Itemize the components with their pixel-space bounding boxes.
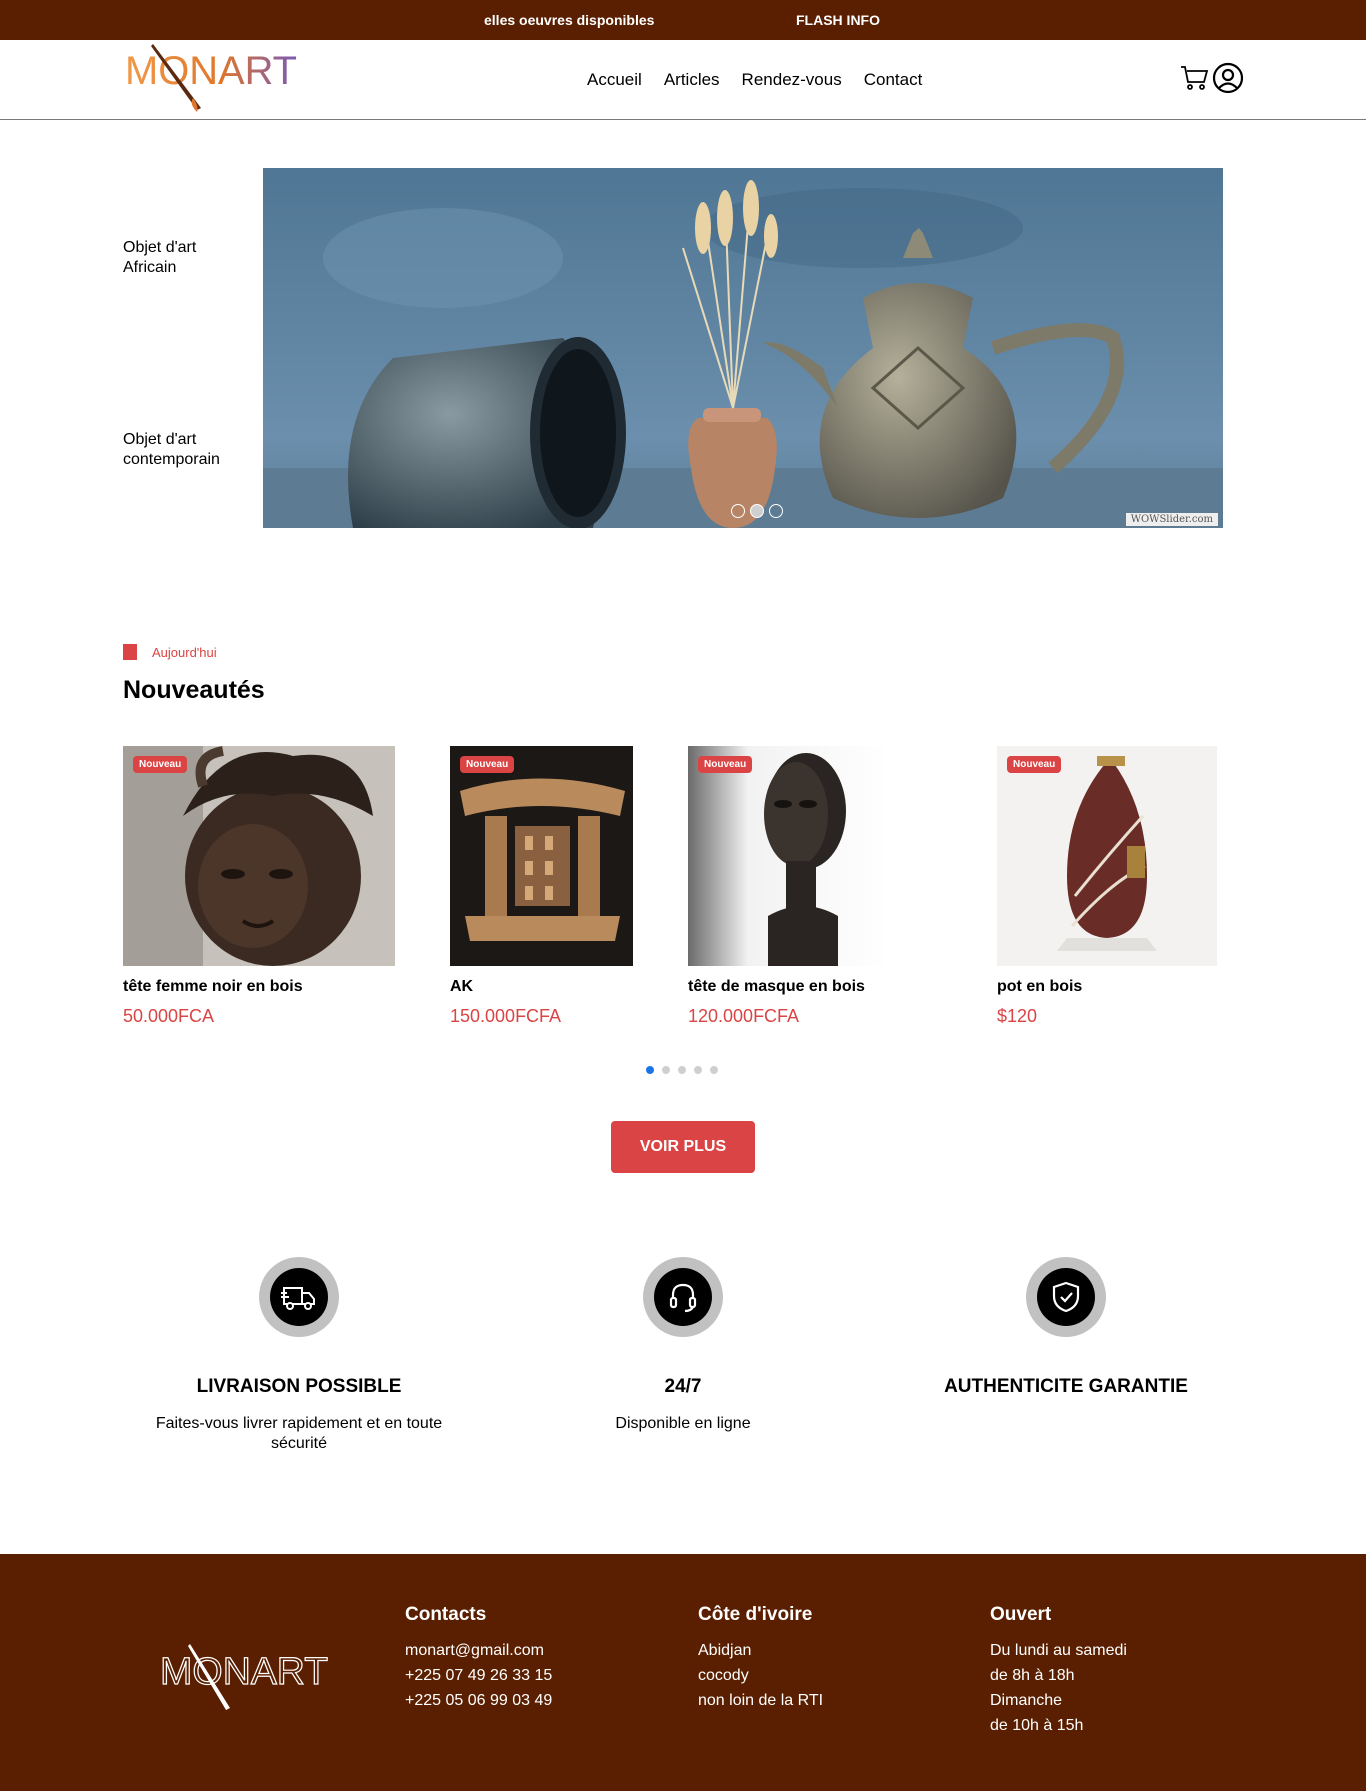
site-header: MONART Accueil Articles Rendez-vous Cont… (0, 40, 1366, 120)
feature-icon-ring (259, 1257, 339, 1337)
slider-dots (731, 504, 783, 518)
user-icon[interactable] (1212, 62, 1244, 94)
footer-hours-line: de 10h à 15h (990, 1717, 1084, 1734)
product-price: $120 (997, 1006, 1038, 1026)
footer-contacts: Contacts monart@gmail.com +225 07 49 26 … (405, 1604, 552, 1713)
new-badge: Nouveau (1007, 756, 1062, 773)
footer-phone-1[interactable]: +225 07 49 26 33 15 (405, 1663, 552, 1688)
header-actions (1180, 62, 1244, 94)
product-name[interactable]: AK (450, 978, 633, 996)
site-footer: MONART Contacts monart@gmail.com +225 07… (0, 1554, 1366, 1791)
new-badge: Nouveau (133, 756, 188, 773)
monart-logo[interactable]: MONART (123, 40, 303, 112)
feature-support: 24/7 Disponible en ligne (518, 1257, 848, 1434)
product-image[interactable]: Nouveau (688, 746, 888, 966)
main-nav: Accueil Articles Rendez-vous Contact (587, 70, 922, 90)
eyebrow-marker (123, 644, 137, 660)
feature-title: 24/7 (664, 1376, 702, 1397)
section-title: Nouveautés (123, 676, 265, 704)
product-price: 120.000FCFA (688, 1006, 800, 1026)
footer-city: Abidjan (698, 1642, 752, 1659)
product-image[interactable]: Nouveau (123, 746, 395, 966)
product-card[interactable]: Nouveau tête de masque en bois 120.000FC… (688, 746, 888, 1027)
footer-phone-2[interactable]: +225 05 06 99 03 49 (405, 1688, 552, 1713)
product-name[interactable]: tête femme noir en bois (123, 978, 395, 996)
monart-logo-icon: MONART (159, 1644, 329, 1710)
pager-dot-1[interactable] (646, 1066, 654, 1074)
flash-info-label: FLASH INFO (796, 12, 880, 28)
product-card[interactable]: Nouveau AK 150.000FCFA (450, 746, 633, 1027)
feature-title: AUTHENTICITE GARANTIE (944, 1376, 1188, 1397)
product-name[interactable]: pot en bois (997, 978, 1217, 996)
nav-rendez-vous[interactable]: Rendez-vous (742, 70, 842, 90)
voir-plus-button[interactable]: VOIR PLUS (611, 1121, 755, 1173)
product-image[interactable]: Nouveau (450, 746, 633, 966)
footer-logo[interactable]: MONART (158, 1642, 333, 1714)
carousel-pager (646, 1066, 718, 1074)
slider-image (263, 168, 1223, 528)
footer-district: cocody (698, 1667, 749, 1684)
slider-dot-1[interactable] (731, 504, 745, 518)
flash-info-bar: elles oeuvres disponibles FLASH INFO (0, 0, 1366, 40)
section-eyebrow: Aujourd'hui (123, 644, 217, 660)
svg-text:MONART: MONART (160, 1651, 328, 1693)
feature-desc: Faites-vous livrer rapidement et en tout… (155, 1415, 443, 1452)
slider-dot-2[interactable] (750, 504, 764, 518)
category-art-contemporain[interactable]: Objet d'art contemporain (123, 430, 243, 470)
feature-desc: Disponible en ligne (615, 1415, 751, 1432)
pager-dot-5[interactable] (710, 1066, 718, 1074)
footer-hours: Ouvert Du lundi au samedi de 8h à 18h Di… (990, 1604, 1127, 1738)
flash-marquee-text: elles oeuvres disponibles (484, 12, 655, 28)
pager-dot-2[interactable] (662, 1066, 670, 1074)
product-card[interactable]: Nouveau tête femme noir en bois 50.000FC… (123, 746, 395, 1027)
headset-icon (669, 1283, 697, 1313)
feature-title: LIVRAISON POSSIBLE (196, 1376, 402, 1397)
nav-accueil[interactable]: Accueil (587, 70, 642, 90)
feature-delivery: LIVRAISON POSSIBLE Faites-vous livrer ra… (134, 1257, 464, 1454)
category-art-africain[interactable]: Objet d'art Africain (123, 238, 243, 278)
footer-hours-line: Du lundi au samedi (990, 1642, 1127, 1659)
footer-hours-title: Ouvert (990, 1604, 1052, 1625)
nav-contact[interactable]: Contact (864, 70, 923, 90)
new-badge: Nouveau (460, 756, 515, 773)
footer-email[interactable]: monart@gmail.com (405, 1638, 552, 1663)
feature-authenticity: AUTHENTICITE GARANTIE (901, 1257, 1231, 1414)
product-image[interactable]: Nouveau (997, 746, 1217, 966)
svg-text:MONART: MONART (125, 49, 297, 93)
monart-logo-icon: MONART (125, 44, 297, 112)
hero-slider[interactable]: WOWSlider.com (263, 168, 1223, 528)
footer-hours-line: de 8h à 18h (990, 1667, 1075, 1684)
footer-contacts-title: Contacts (405, 1604, 487, 1625)
footer-landmark: non loin de la RTI (698, 1692, 824, 1709)
slider-dot-3[interactable] (769, 504, 783, 518)
product-name[interactable]: tête de masque en bois (688, 978, 888, 996)
feature-icon-ring (643, 1257, 723, 1337)
new-badge: Nouveau (698, 756, 753, 773)
nav-articles[interactable]: Articles (664, 70, 720, 90)
pager-dot-4[interactable] (694, 1066, 702, 1074)
eyebrow-label: Aujourd'hui (152, 644, 217, 660)
product-price: 150.000FCFA (450, 1006, 562, 1026)
cart-icon[interactable] (1180, 64, 1210, 92)
shield-check-icon (1052, 1281, 1080, 1313)
feature-icon-ring (1026, 1257, 1106, 1337)
footer-location: Côte d'ivoire Abidjan cocody non loin de… (698, 1604, 823, 1713)
product-price: 50.000FCA (123, 1006, 215, 1026)
pager-dot-3[interactable] (678, 1066, 686, 1074)
truck-icon (281, 1287, 315, 1310)
slider-watermark[interactable]: WOWSlider.com (1125, 513, 1218, 526)
footer-hours-line: Dimanche (990, 1692, 1063, 1709)
footer-location-title: Côte d'ivoire (698, 1604, 813, 1625)
product-card[interactable]: Nouveau pot en bois $120 (997, 746, 1217, 1027)
